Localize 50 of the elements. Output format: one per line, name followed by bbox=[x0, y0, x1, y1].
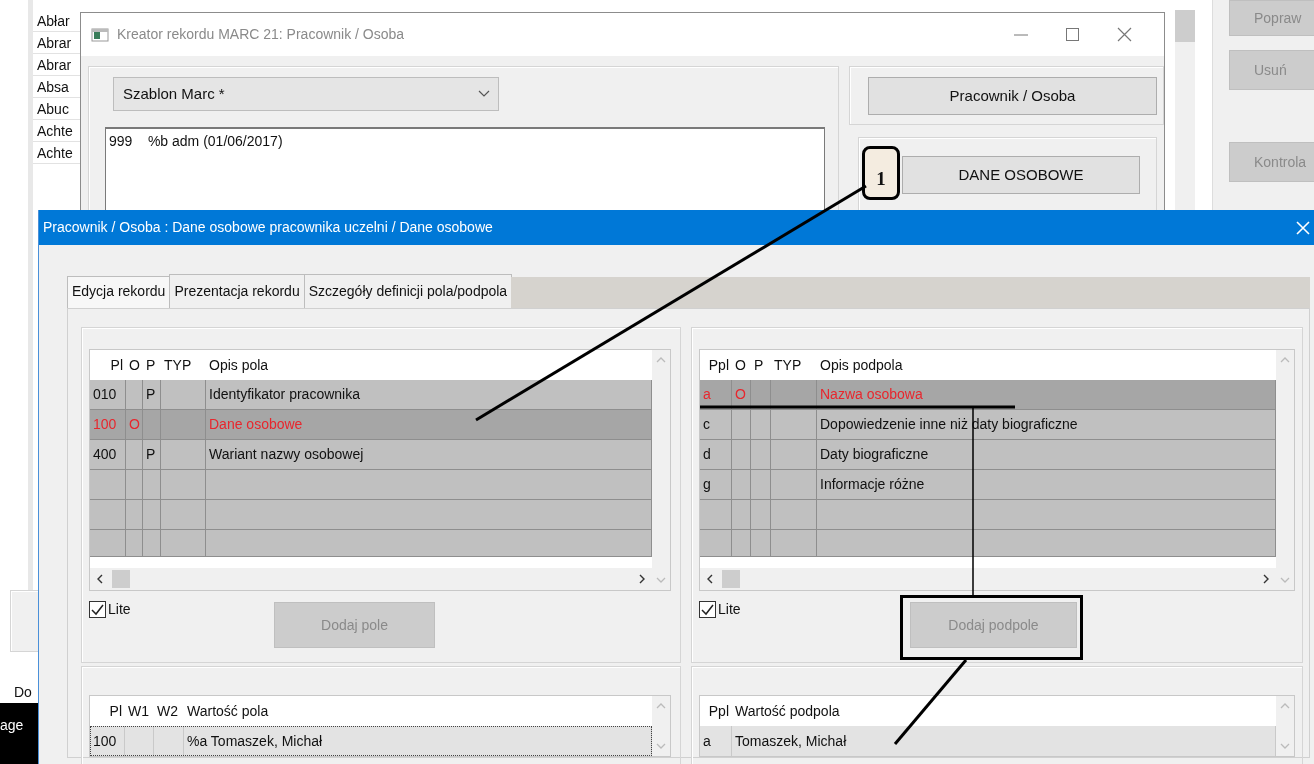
callout-number: 1 bbox=[862, 146, 900, 200]
close-icon bbox=[1117, 27, 1132, 42]
vertical-scrollbar[interactable] bbox=[1276, 350, 1294, 590]
scroll-thumb[interactable] bbox=[722, 570, 740, 588]
horizontal-scrollbar[interactable] bbox=[90, 568, 652, 590]
table-row[interactable]: g Informacje różne bbox=[700, 470, 1276, 500]
maximize-icon bbox=[1066, 28, 1079, 41]
check-icon bbox=[700, 603, 715, 616]
app-icon bbox=[91, 27, 109, 42]
checkbox-label: Lite bbox=[718, 600, 741, 619]
dialog-title: Pracownik / Osoba : Dane osobowe pracownika uczelni / Dane osobowe bbox=[43, 218, 493, 237]
close-icon bbox=[1296, 220, 1310, 235]
vertical-scrollbar[interactable] bbox=[1276, 696, 1294, 756]
scroll-down-icon bbox=[1280, 742, 1290, 750]
tab[interactable]: Edycja rekordu bbox=[67, 276, 171, 308]
window-title: Kreator rekordu MARC 21: Pracownik / Osoba bbox=[117, 25, 406, 44]
checkbox[interactable] bbox=[699, 601, 716, 618]
scroll-left-icon bbox=[96, 574, 104, 584]
vertical-scrollbar[interactable] bbox=[652, 350, 670, 590]
table-cell: 100 bbox=[90, 726, 125, 756]
label-text: Do bbox=[14, 683, 32, 702]
scroll-down-icon bbox=[656, 742, 666, 750]
table-row[interactable]: 010 P Identyfikator pracownika bbox=[90, 380, 652, 410]
table-row[interactable]: a Tomaszek, Michał bbox=[700, 726, 1276, 756]
record-text-area[interactable]: 999 %b adm (01/06/2017) bbox=[105, 127, 825, 211]
scroll-right-icon bbox=[1262, 574, 1270, 584]
scroll-right-icon bbox=[638, 574, 646, 584]
checkbox[interactable] bbox=[89, 601, 106, 618]
header-button[interactable]: Pracownik / Osoba bbox=[868, 77, 1157, 115]
table-row[interactable]: 100 %a Tomaszek, Michał bbox=[90, 726, 652, 756]
section-button[interactable]: DANE OSOBOWE bbox=[902, 156, 1140, 194]
scroll-up-icon bbox=[656, 702, 666, 710]
chevron-down-icon bbox=[478, 90, 490, 98]
scrollbar[interactable] bbox=[1175, 10, 1195, 210]
table-row[interactable]: 400 P Wariant nazwy osobowej bbox=[90, 440, 652, 470]
scroll-up-icon bbox=[1280, 702, 1290, 710]
check-icon bbox=[90, 603, 105, 616]
vertical-scrollbar[interactable] bbox=[652, 696, 670, 756]
scroll-up-icon bbox=[656, 356, 666, 364]
scroll-up-icon bbox=[1280, 356, 1290, 364]
scroll-left-icon bbox=[706, 574, 714, 584]
scroll-down-icon bbox=[656, 576, 666, 584]
template-select[interactable]: Szablon Marc * bbox=[113, 77, 499, 111]
scroll-down-icon bbox=[1280, 576, 1290, 584]
table-row[interactable]: d Daty biograficzne bbox=[700, 440, 1276, 470]
horizontal-scrollbar[interactable] bbox=[700, 568, 1276, 590]
scroll-thumb[interactable] bbox=[112, 570, 130, 588]
strip-text: age bbox=[0, 717, 24, 733]
table-cell: a bbox=[700, 726, 732, 756]
checkbox-label: Lite bbox=[108, 600, 131, 619]
